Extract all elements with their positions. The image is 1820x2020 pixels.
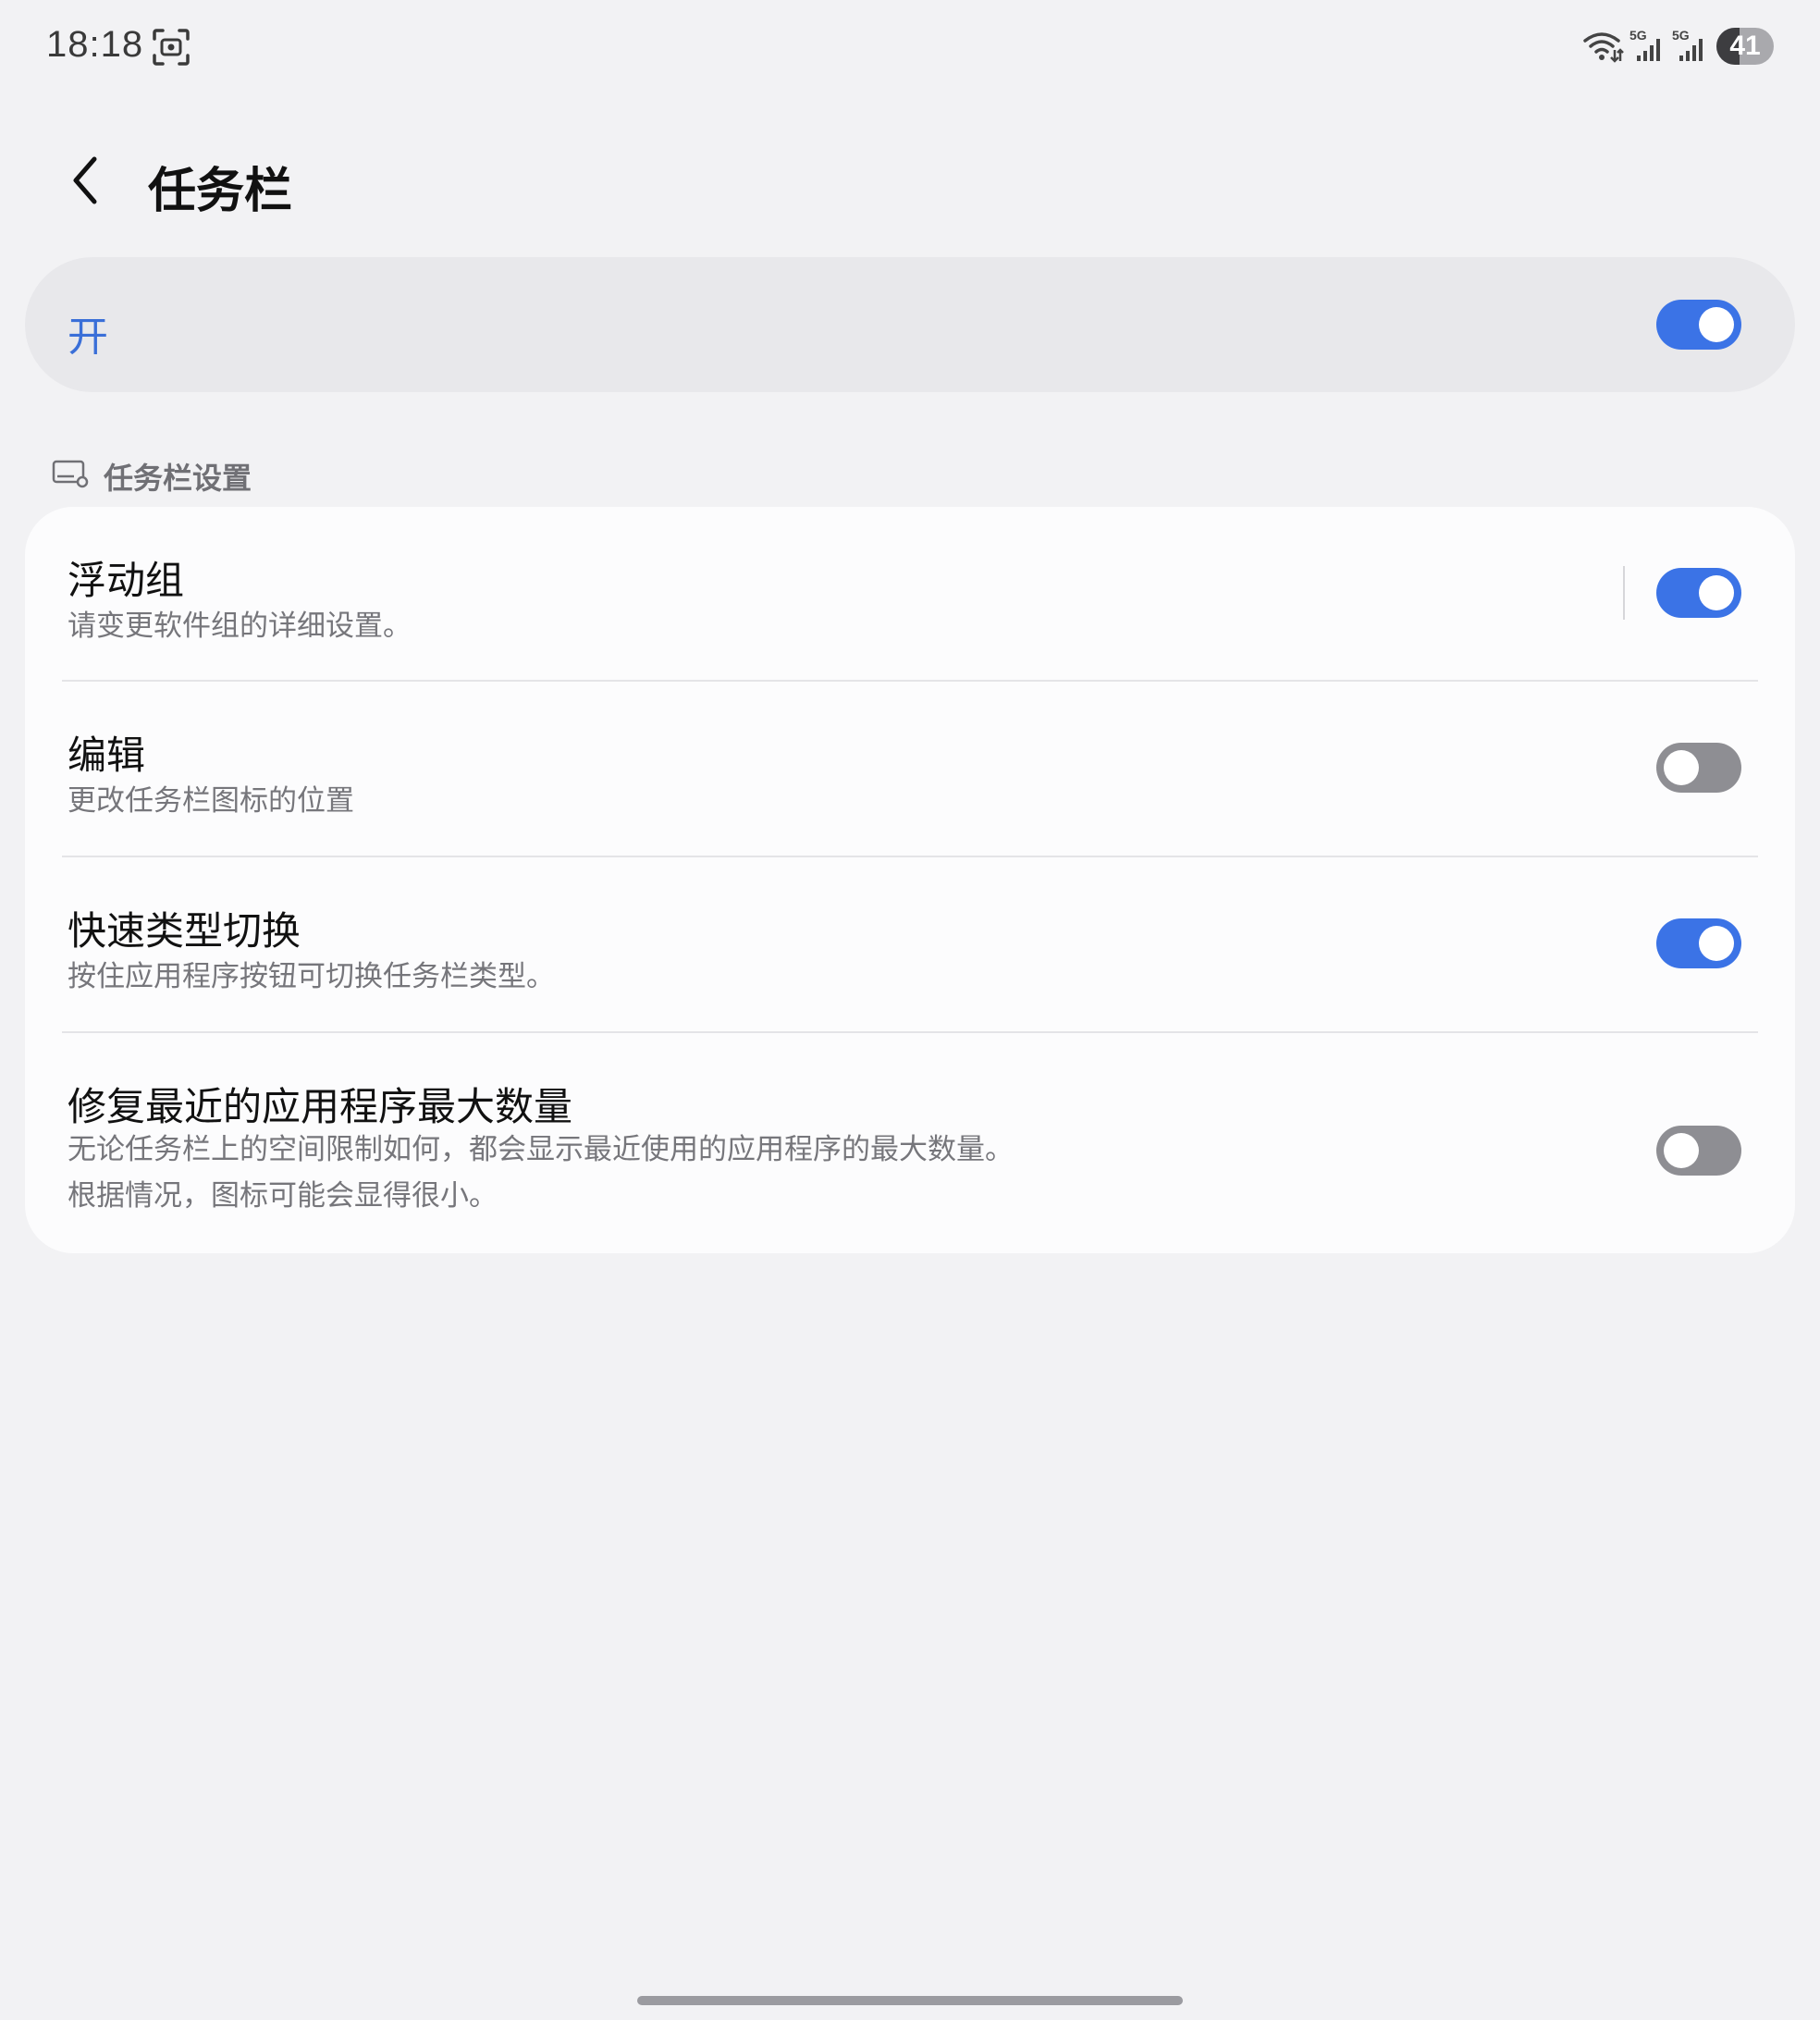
setting-row-floating-group[interactable]: 浮动组 请变更软件组的详细设置。 xyxy=(25,507,1795,683)
setting-description: 更改任务栏图标的位置 xyxy=(68,784,354,818)
edit-toggle[interactable] xyxy=(1656,743,1741,793)
setting-description: 请变更软件组的详细设置。 xyxy=(68,610,412,643)
taskbar-settings-icon xyxy=(52,460,89,488)
setting-description: 无论任务栏上的空间限制如何，都会显示最近使用的应用程序的最大数量。 xyxy=(68,1133,1014,1166)
status-time: 18:18 xyxy=(46,24,144,65)
battery-level: 41 xyxy=(1729,31,1761,61)
settings-card: 浮动组 请变更软件组的详细设置。 编辑 更改任务栏图标的位置 快速类型切换 按住… xyxy=(25,507,1795,1253)
toggle-knob xyxy=(1699,307,1734,342)
setting-title: 浮动组 xyxy=(68,558,185,603)
chevron-left-icon[interactable] xyxy=(65,148,111,213)
fix-max-recent-apps-toggle[interactable] xyxy=(1656,1126,1741,1176)
screenshot-icon xyxy=(153,29,190,66)
setting-description: 根据情况，图标可能会显得很小。 xyxy=(68,1179,498,1213)
cellular-signal-icon: 5G xyxy=(1629,28,1666,63)
home-indicator[interactable] xyxy=(637,1996,1183,2005)
setting-row-edit[interactable]: 编辑 更改任务栏图标的位置 xyxy=(25,682,1795,856)
setting-row-quick-type-switch[interactable]: 快速类型切换 按住应用程序按钮可切换任务栏类型。 xyxy=(25,857,1795,1032)
master-switch-label: 开 xyxy=(68,314,108,361)
status-bar: 18:18 5G 5G 41 xyxy=(0,0,1820,96)
cellular-signal-icon: 5G xyxy=(1672,28,1709,63)
battery-icon: 41 xyxy=(1716,28,1774,65)
setting-title: 修复最近的应用程序最大数量 xyxy=(68,1084,573,1129)
vertical-divider xyxy=(1623,566,1625,620)
toggle-knob xyxy=(1699,575,1734,610)
wifi-icon xyxy=(1583,32,1624,63)
toggle-knob xyxy=(1664,750,1699,785)
section-title: 任务栏设置 xyxy=(104,461,252,496)
setting-row-fix-max-recent-apps[interactable]: 修复最近的应用程序最大数量 无论任务栏上的空间限制如何，都会显示最近使用的应用程… xyxy=(25,1033,1795,1253)
page-title: 任务栏 xyxy=(148,164,293,219)
setting-description: 按住应用程序按钮可切换任务栏类型。 xyxy=(68,960,555,993)
master-toggle[interactable] xyxy=(1656,300,1741,350)
taskbar-settings-screen: 18:18 5G 5G 41 任务栏 开 任务栏设置 浮动组 请变更软件组的详细… xyxy=(0,0,1820,2020)
quick-type-switch-toggle[interactable] xyxy=(1656,918,1741,968)
setting-title: 编辑 xyxy=(68,733,146,778)
toggle-knob xyxy=(1664,1133,1699,1168)
floating-group-toggle[interactable] xyxy=(1656,568,1741,618)
setting-title: 快速类型切换 xyxy=(68,908,301,954)
toggle-knob xyxy=(1699,926,1734,961)
master-switch-row[interactable]: 开 xyxy=(25,257,1795,392)
